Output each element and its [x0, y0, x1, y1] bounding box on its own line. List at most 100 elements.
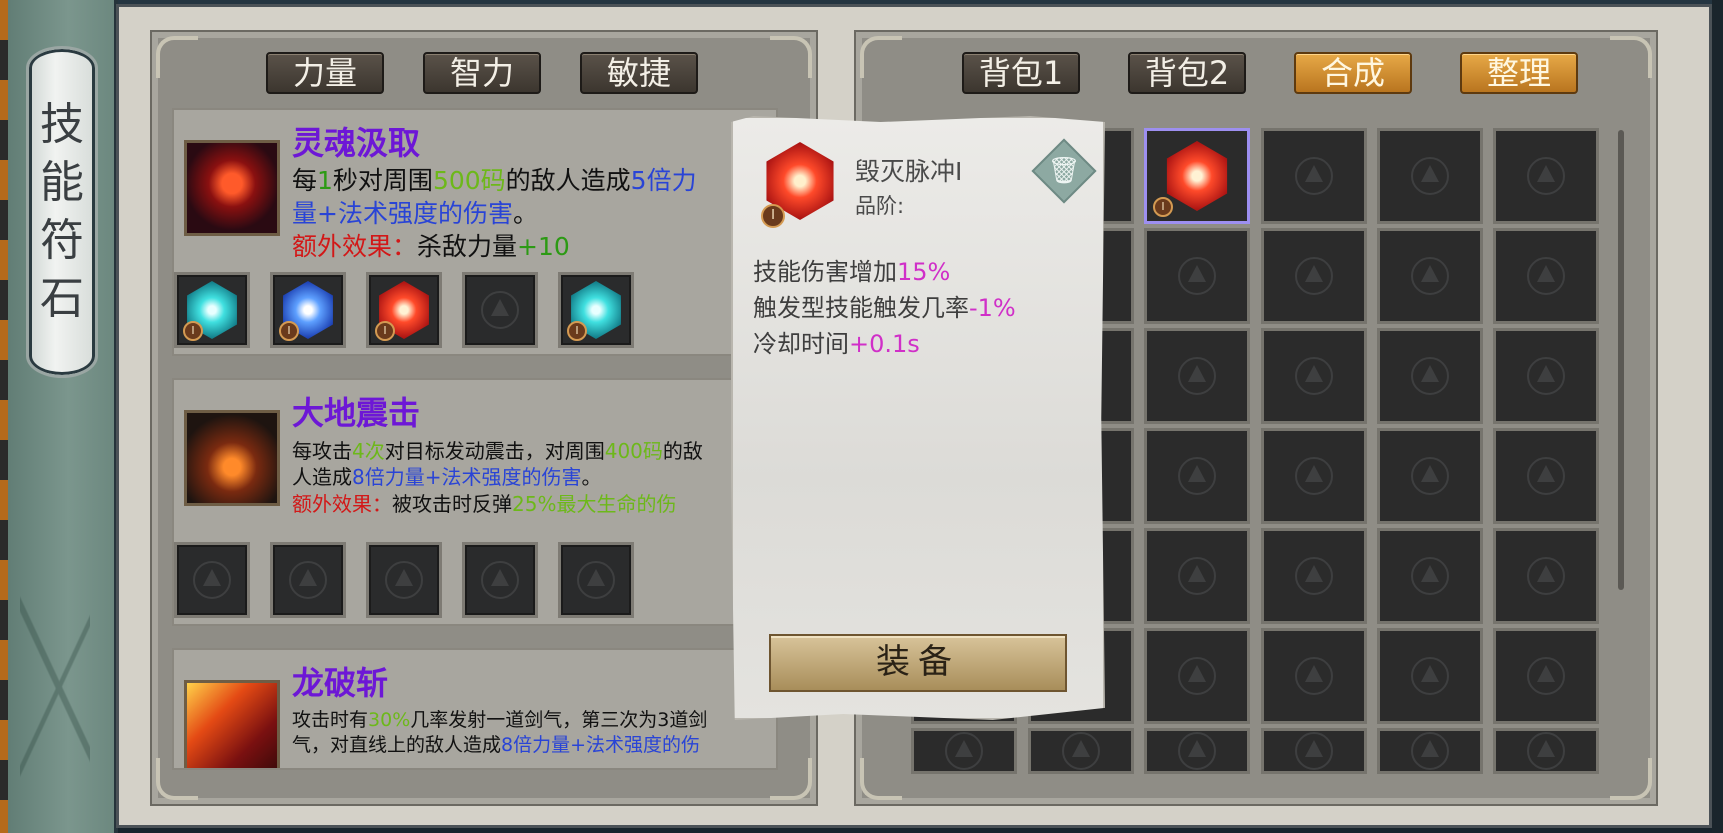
- inventory-slot[interactable]: [1377, 228, 1483, 324]
- empty-slot-icon: [289, 561, 327, 599]
- gem-slot[interactable]: [558, 542, 634, 618]
- inventory-slot[interactable]: [1261, 528, 1367, 624]
- empty-slot-icon: [1527, 357, 1565, 395]
- inventory-slot[interactable]: [1261, 728, 1367, 774]
- empty-slot-icon: [1527, 732, 1565, 770]
- gem-slot[interactable]: [270, 542, 346, 618]
- panel-corner: [1610, 758, 1652, 800]
- desc-text: 秒对周围: [332, 166, 433, 195]
- skill-card[interactable]: 龙破斩 攻击时有30%几率发射一道剑气，第三次为3道剑 气，对直线上的敌人造成8倍…: [172, 648, 778, 770]
- stat-label: 触发型技能触发几率: [753, 294, 969, 322]
- inventory-slot[interactable]: [1261, 628, 1367, 724]
- desc-value: 8倍力量+法术强度的伤: [501, 734, 701, 757]
- item-grade-label: 品阶:: [855, 194, 905, 218]
- trash-icon[interactable]: 🗑: [1031, 138, 1097, 204]
- tab-agility[interactable]: 敏捷: [580, 52, 698, 94]
- gem-slot[interactable]: [462, 272, 538, 348]
- empty-slot-icon: [1062, 732, 1100, 770]
- gem-slot[interactable]: [174, 542, 250, 618]
- synthesize-button[interactable]: 合成: [1294, 52, 1412, 94]
- empty-slot-icon: [1411, 257, 1449, 295]
- inventory-slot[interactable]: [1493, 428, 1599, 524]
- stat-row: 技能伤害增加15%: [753, 254, 1016, 290]
- inventory-scrollbar[interactable]: [1618, 130, 1624, 590]
- inventory-slot[interactable]: [1377, 428, 1483, 524]
- empty-slot-icon: [1295, 157, 1333, 195]
- gem-grade-badge: I: [1153, 197, 1173, 217]
- inventory-slot[interactable]: [1493, 128, 1599, 224]
- inventory-slot[interactable]: [1144, 728, 1250, 774]
- empty-slot-icon: [1295, 257, 1333, 295]
- stat-row: 触发型技能触发几率-1%: [753, 290, 1016, 326]
- empty-slot-icon: [945, 732, 983, 770]
- panel-corner: [770, 36, 812, 78]
- desc-text: 每: [292, 166, 318, 195]
- inventory-slot[interactable]: [1493, 628, 1599, 724]
- title-char: 技: [40, 99, 84, 150]
- empty-slot-icon: [1295, 457, 1333, 495]
- sort-button[interactable]: 整理: [1460, 52, 1578, 94]
- desc-value: 30%: [368, 709, 411, 731]
- inventory-slot[interactable]: [1144, 628, 1250, 724]
- inventory-slot[interactable]: [1377, 628, 1483, 724]
- gem-grade-badge: I: [567, 321, 587, 341]
- inventory-slot[interactable]: [1377, 328, 1483, 424]
- inventory-slot[interactable]: [1493, 528, 1599, 624]
- extra-effect-text: 杀敌力量: [417, 232, 518, 261]
- inventory-slot[interactable]: [1144, 328, 1250, 424]
- inventory-slot[interactable]: [1028, 728, 1134, 774]
- bamboo-decoration: [20, 560, 90, 780]
- desc-value: 量+法术强度的伤害: [292, 199, 513, 228]
- inventory-slot[interactable]: [1493, 728, 1599, 774]
- inventory-slot[interactable]: [1377, 128, 1483, 224]
- empty-slot-icon: [1411, 657, 1449, 695]
- gem-slot[interactable]: I: [366, 272, 442, 348]
- desc-text: 的敌人造成: [505, 166, 631, 195]
- inventory-slot[interactable]: [1261, 328, 1367, 424]
- title-char: 能: [40, 157, 84, 208]
- tab-intelligence[interactable]: 智力: [423, 52, 541, 94]
- panel-corner: [860, 758, 902, 800]
- skill-portrait-dragon-slash: [184, 680, 280, 768]
- empty-slot-icon: [1178, 257, 1216, 295]
- inventory-slot[interactable]: [1261, 128, 1367, 224]
- stat-label: 冷却时间: [753, 330, 849, 358]
- empty-slot-icon: [1527, 257, 1565, 295]
- panel-corner: [1610, 36, 1652, 78]
- inventory-slot[interactable]: [1493, 328, 1599, 424]
- inventory-slot[interactable]: I: [1144, 128, 1250, 224]
- inventory-slot[interactable]: [1377, 728, 1483, 774]
- empty-slot-icon: [1178, 657, 1216, 695]
- inventory-slot[interactable]: [1144, 528, 1250, 624]
- desc-text: 。: [512, 199, 538, 228]
- inventory-slot[interactable]: [1144, 228, 1250, 324]
- desc-text: 的敌: [662, 439, 703, 463]
- inventory-slot[interactable]: [1261, 228, 1367, 324]
- empty-slot-icon: [1178, 357, 1216, 395]
- inventory-slot[interactable]: [1493, 228, 1599, 324]
- tab-bag-2[interactable]: 背包2: [1128, 52, 1246, 94]
- empty-slot-icon: [1411, 157, 1449, 195]
- tab-strength[interactable]: 力量: [266, 52, 384, 94]
- desc-text: 攻击时有: [292, 709, 369, 731]
- gem-slot[interactable]: I: [558, 272, 634, 348]
- skill-portrait-soul-drain: [184, 140, 280, 236]
- empty-slot-icon: [1527, 457, 1565, 495]
- inventory-slot[interactable]: [1144, 428, 1250, 524]
- desc-value: 500码: [432, 166, 506, 195]
- grade-badge: I: [761, 204, 785, 228]
- gem-slot[interactable]: I: [174, 272, 250, 348]
- equip-button[interactable]: 装备: [769, 634, 1067, 692]
- gem-slot[interactable]: [366, 542, 442, 618]
- empty-slot-icon: [193, 561, 231, 599]
- tab-bag-1[interactable]: 背包1: [962, 52, 1080, 94]
- gem-slot[interactable]: I: [270, 272, 346, 348]
- desc-text: 。: [581, 465, 602, 490]
- inventory-slot[interactable]: [911, 728, 1017, 774]
- empty-slot-icon: [1411, 357, 1449, 395]
- gem-slot[interactable]: [462, 542, 538, 618]
- inventory-slot[interactable]: [1377, 528, 1483, 624]
- empty-slot-icon: [1295, 732, 1333, 770]
- desc-text: 对目标发动震击，对周围: [384, 439, 605, 463]
- inventory-slot[interactable]: [1261, 428, 1367, 524]
